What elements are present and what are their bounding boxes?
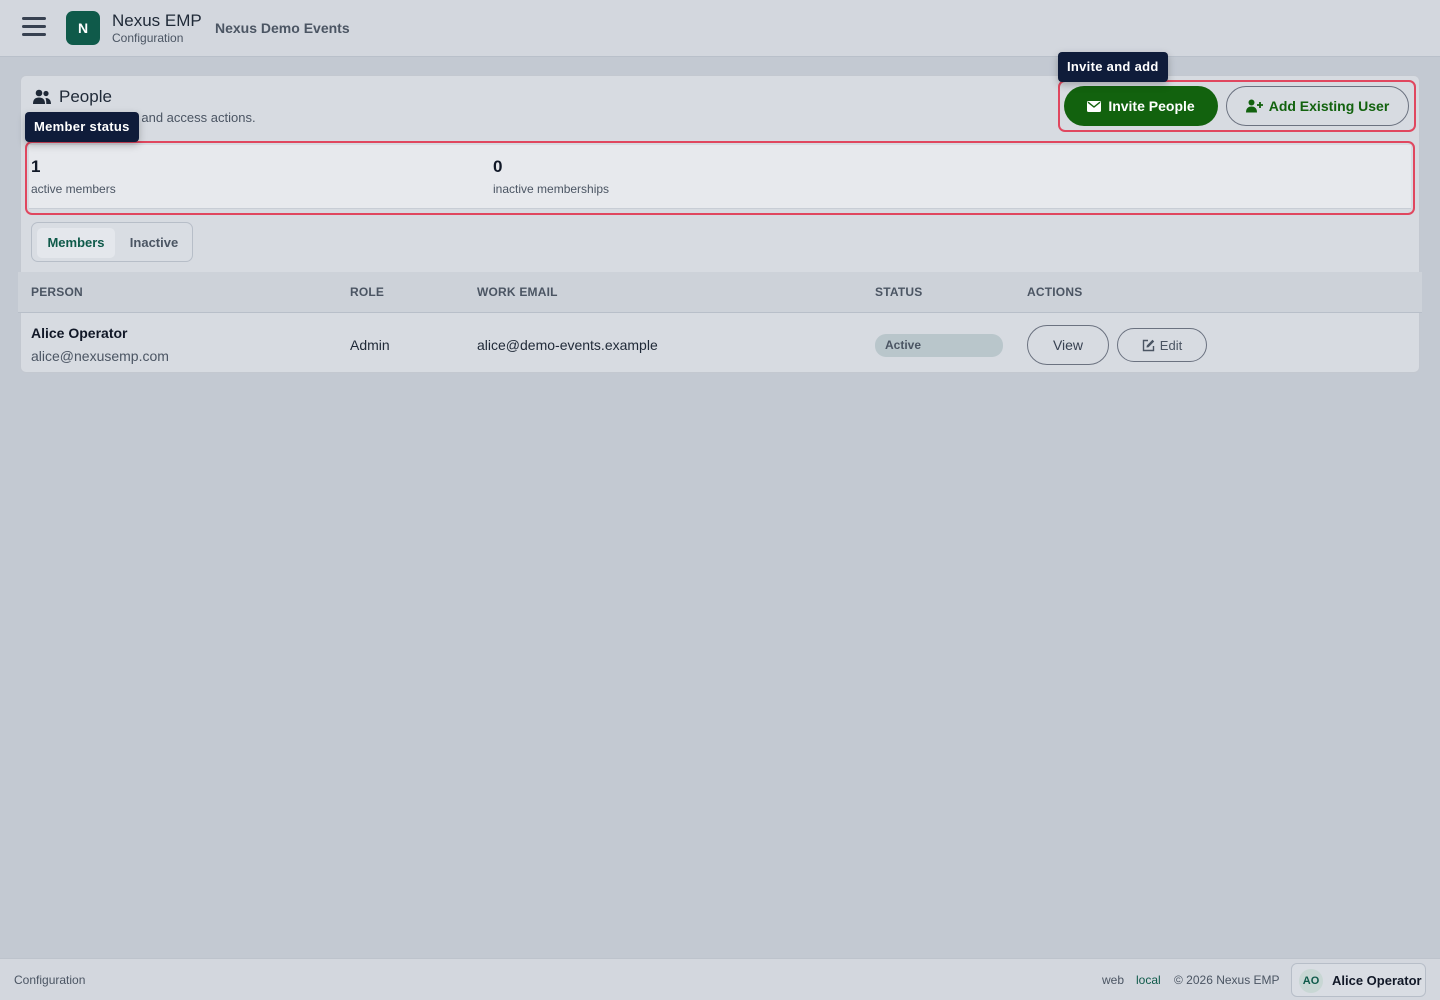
table-header: PERSON ROLE WORK EMAIL STATUS ACTIONS — [18, 272, 1422, 313]
footer-copyright: © 2026 Nexus EMP — [1174, 973, 1280, 987]
card-title-text: People — [59, 87, 112, 106]
app-name: Nexus EMP — [112, 11, 202, 30]
edit-label: Edit — [1159, 337, 1183, 353]
member-status-tooltip: Member status — [25, 112, 139, 142]
org-name[interactable]: Nexus Demo Events — [215, 20, 350, 36]
app-logo[interactable]: N — [66, 11, 100, 45]
app-subtitle: Configuration — [112, 31, 184, 45]
actions-highlight — [1058, 80, 1416, 132]
column-header-person: PERSON — [31, 285, 83, 299]
user-name: Alice Operator — [1332, 973, 1422, 988]
person-email: alice@nexusemp.com — [31, 348, 169, 364]
column-header-status: STATUS — [875, 285, 923, 299]
edit-icon — [1142, 339, 1154, 351]
footer-channel: web — [1102, 973, 1125, 987]
column-header-work-email: WORK EMAIL — [477, 285, 558, 299]
card-title: People — [33, 87, 112, 107]
footer-env: local — [1136, 973, 1161, 987]
work-email-cell: alice@demo-events.example — [477, 337, 658, 353]
table-row: Alice Operator alice@nexusemp.com Admin … — [18, 313, 1422, 373]
invite-and-add-tooltip: Invite and add — [1058, 52, 1168, 82]
column-header-actions: ACTIONS — [1027, 285, 1083, 299]
people-icon — [33, 89, 51, 104]
tab-inactive[interactable]: Inactive — [119, 228, 189, 258]
status-badge: Active — [875, 334, 1003, 357]
person-name: Alice Operator — [31, 325, 128, 341]
member-tabs: Members Inactive — [31, 222, 193, 262]
edit-button[interactable]: Edit — [1117, 328, 1207, 362]
top-bar: N Nexus EMP Configuration Nexus Demo Eve… — [0, 0, 1440, 57]
menu-icon[interactable] — [22, 17, 46, 39]
footer: Configuration web local © 2026 Nexus EMP… — [0, 958, 1440, 1000]
user-menu[interactable]: AO Alice Operator — [1291, 963, 1426, 997]
view-button[interactable]: View — [1027, 325, 1109, 365]
footer-section: Configuration — [14, 973, 86, 987]
tab-members[interactable]: Members — [37, 228, 115, 258]
role-cell: Admin — [350, 337, 390, 353]
avatar: AO — [1299, 969, 1323, 993]
stats-highlight — [25, 141, 1415, 215]
column-header-role: ROLE — [350, 285, 385, 299]
